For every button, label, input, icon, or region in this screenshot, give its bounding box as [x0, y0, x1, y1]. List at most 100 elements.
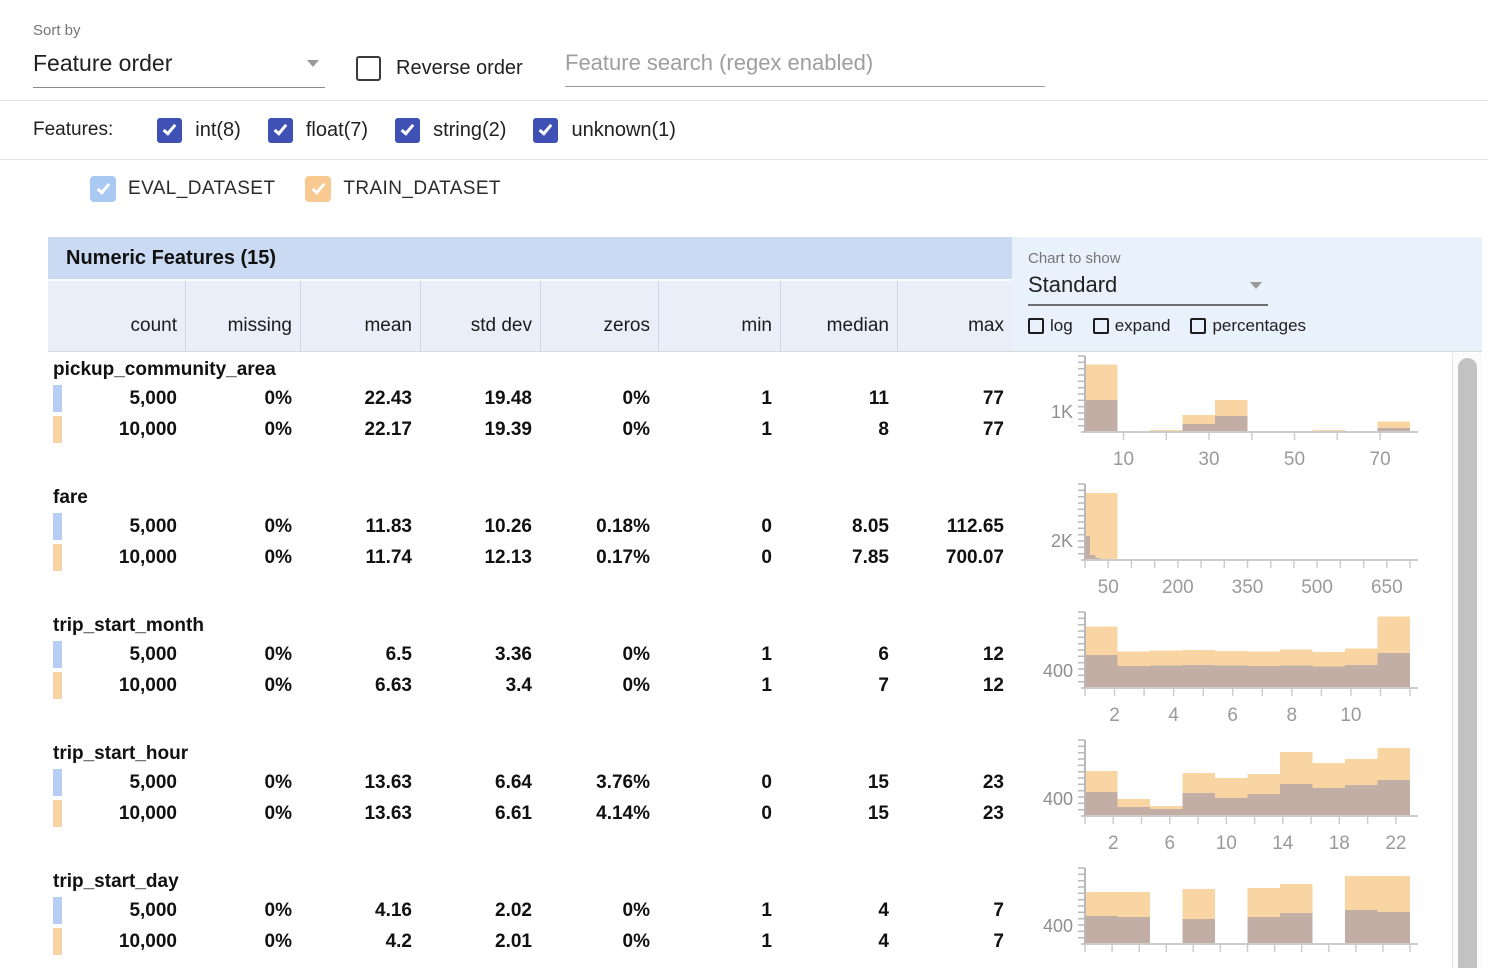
- svg-text:2: 2: [1108, 833, 1119, 854]
- stat-count: 5,000: [48, 639, 185, 670]
- chart-type-select[interactable]: Standard: [1028, 272, 1268, 306]
- train-dataset-toggle[interactable]: TRAIN_DATASET: [305, 176, 501, 202]
- filter-float[interactable]: float(7): [268, 118, 368, 143]
- eval-dataset-toggle[interactable]: EVAL_DATASET: [90, 176, 275, 202]
- stat-zeros: 0%: [540, 895, 658, 926]
- column-missing: missing: [185, 281, 300, 351]
- sort-by-value: Feature order: [33, 50, 172, 77]
- stat-zeros: 0%: [540, 926, 658, 957]
- svg-text:6: 6: [1165, 833, 1176, 854]
- feature-histogram-chart[interactable]: 502003505006502K: [1012, 480, 1452, 608]
- stat-max: 12: [897, 639, 1012, 670]
- chart-options: log expand percentages: [1028, 316, 1482, 336]
- feature-histogram-chart[interactable]: 400: [1012, 864, 1452, 968]
- svg-text:30: 30: [1198, 449, 1219, 470]
- feature-name: trip_start_month: [48, 608, 1012, 639]
- reverse-order-checkbox[interactable]: [356, 56, 381, 81]
- stat-min: 1: [658, 895, 780, 926]
- expand-checkbox[interactable]: [1093, 318, 1109, 334]
- svg-text:10: 10: [1216, 833, 1237, 854]
- sort-by-select[interactable]: Feature order: [33, 50, 325, 88]
- feature-histogram-chart[interactable]: 2610141822400: [1012, 736, 1452, 864]
- expand-option[interactable]: expand: [1093, 316, 1171, 336]
- svg-text:22: 22: [1385, 833, 1406, 854]
- table-title: Numeric Features (15): [48, 237, 1012, 279]
- train-dataset-checkbox[interactable]: [305, 176, 331, 202]
- string-checkbox[interactable]: [395, 118, 420, 143]
- svg-text:10: 10: [1340, 705, 1361, 726]
- stat-min: 0: [658, 798, 780, 829]
- stat-missing: 0%: [185, 767, 300, 798]
- stat-mean: 13.63: [300, 767, 420, 798]
- filter-unknown[interactable]: unknown(1): [533, 118, 676, 143]
- stat-missing: 0%: [185, 798, 300, 829]
- svg-text:2: 2: [1109, 705, 1120, 726]
- stat-max: 23: [897, 798, 1012, 829]
- log-option[interactable]: log: [1028, 316, 1073, 336]
- chart-type-value: Standard: [1028, 272, 1117, 298]
- stat-max: 700.07: [897, 542, 1012, 573]
- filter-int[interactable]: int(8): [157, 118, 241, 143]
- column-median: median: [780, 281, 897, 351]
- stat-std-dev: 6.64: [420, 767, 540, 798]
- stat-mean: 4.2: [300, 926, 420, 957]
- svg-text:1K: 1K: [1051, 402, 1073, 422]
- feature-name: fare: [48, 480, 1012, 511]
- stat-max: 12: [897, 670, 1012, 701]
- scrollbar-thumb[interactable]: [1458, 358, 1477, 968]
- stat-count: 5,000: [48, 895, 185, 926]
- stat-mean: 11.83: [300, 511, 420, 542]
- train-color-swatch: [53, 672, 62, 699]
- chart-controls-panel: Chart to show Standard log expand percen…: [1012, 237, 1482, 352]
- svg-text:500: 500: [1301, 577, 1333, 598]
- train-stats-row: 10,000 0% 4.2 2.01 0% 1 4 7: [48, 926, 1012, 957]
- checkmark-icon: [96, 180, 110, 194]
- stat-median: 11: [780, 383, 897, 414]
- train-color-swatch: [53, 928, 62, 955]
- chevron-down-icon: [1250, 282, 1262, 289]
- svg-text:650: 650: [1371, 577, 1403, 598]
- stat-std-dev: 10.26: [420, 511, 540, 542]
- numeric-features-header: Numeric Features (15) count missing mean…: [48, 237, 1012, 352]
- feature-block: pickup_community_area 5,000 0% 22.43 19.…: [48, 352, 1488, 480]
- eval-dataset-checkbox[interactable]: [90, 176, 116, 202]
- svg-text:50: 50: [1098, 577, 1119, 598]
- feature-block: trip_start_month 5,000 0% 6.5 3.36 0% 1 …: [48, 608, 1488, 736]
- svg-text:400: 400: [1043, 661, 1073, 681]
- log-checkbox[interactable]: [1028, 318, 1044, 334]
- column-zeros: zeros: [540, 281, 658, 351]
- percentages-checkbox[interactable]: [1190, 318, 1206, 334]
- stat-max: 77: [897, 383, 1012, 414]
- column-mean: mean: [300, 281, 420, 351]
- feature-name: trip_start_day: [48, 864, 1012, 895]
- feature-stats: trip_start_hour 5,000 0% 13.63 6.64 3.76…: [48, 736, 1012, 864]
- stat-zeros: 0%: [540, 383, 658, 414]
- stat-mean: 4.16: [300, 895, 420, 926]
- column-header-row: count missing mean std dev zeros min med…: [48, 279, 1012, 352]
- feature-histogram-chart[interactable]: 103050701K: [1012, 352, 1452, 480]
- stat-median: 7.85: [780, 542, 897, 573]
- stat-zeros: 4.14%: [540, 798, 658, 829]
- eval-color-swatch: [53, 769, 62, 796]
- reverse-order-control[interactable]: Reverse order: [356, 56, 523, 81]
- stat-mean: 22.43: [300, 383, 420, 414]
- eval-stats-row: 5,000 0% 11.83 10.26 0.18% 0 8.05 112.65: [48, 511, 1012, 542]
- checkmark-icon: [539, 121, 553, 135]
- eval-color-swatch: [53, 897, 62, 924]
- facets-overview-app: Sort by Feature order Reverse order Feat…: [0, 0, 1488, 968]
- int-checkbox[interactable]: [157, 118, 182, 143]
- eval-color-swatch: [53, 385, 62, 412]
- filter-string[interactable]: string(2): [395, 118, 506, 143]
- unknown-checkbox[interactable]: [533, 118, 558, 143]
- float-checkbox[interactable]: [268, 118, 293, 143]
- percentages-option[interactable]: percentages: [1190, 316, 1306, 336]
- feature-block: trip_start_hour 5,000 0% 13.63 6.64 3.76…: [48, 736, 1488, 864]
- eval-stats-row: 5,000 0% 6.5 3.36 0% 1 6 12: [48, 639, 1012, 670]
- svg-text:6: 6: [1227, 705, 1238, 726]
- feature-stats: fare 5,000 0% 11.83 10.26 0.18% 0 8.05 1…: [48, 480, 1012, 608]
- column-count: count: [48, 281, 185, 351]
- svg-text:14: 14: [1272, 833, 1294, 854]
- feature-histogram-chart[interactable]: 246810400: [1012, 608, 1452, 736]
- feature-search-input[interactable]: [565, 50, 1045, 87]
- scrollbar-track[interactable]: [1452, 353, 1482, 968]
